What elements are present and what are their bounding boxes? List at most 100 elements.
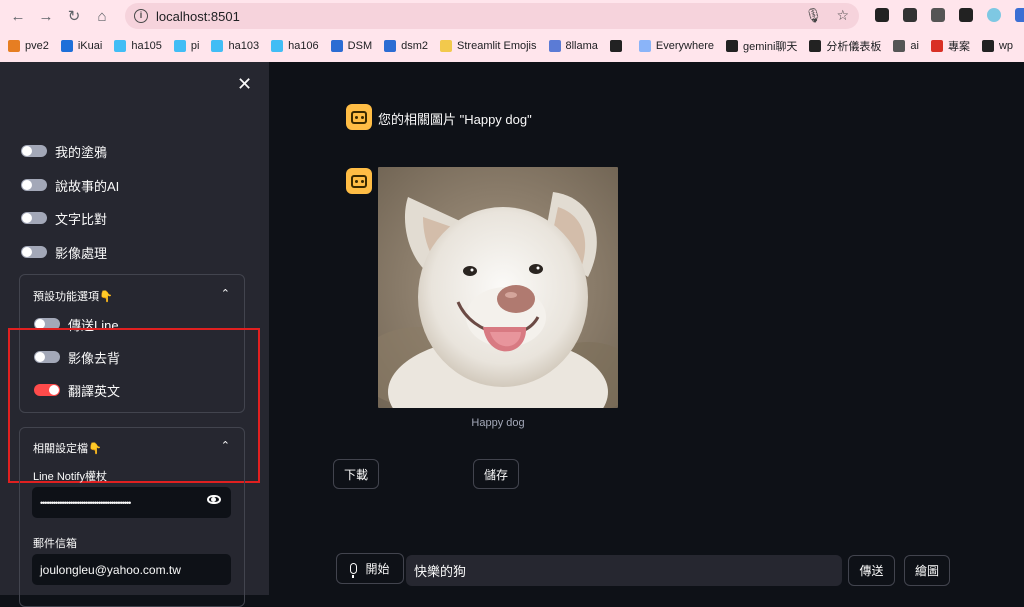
- reload-icon[interactable]: ↻: [60, 2, 88, 30]
- download-button[interactable]: 下載: [333, 459, 379, 489]
- expander-title[interactable]: 相關設定檔👇: [33, 440, 102, 456]
- bookmark-item[interactable]: ha105: [114, 40, 162, 52]
- bookmark-item[interactable]: ha103: [211, 40, 259, 52]
- forward-icon[interactable]: →: [32, 2, 60, 30]
- email-value: joulongleu@yahoo.com.tw: [40, 562, 181, 577]
- image-caption: Happy dog: [471, 417, 525, 429]
- toggle-label: 我的塗鴉: [55, 144, 108, 160]
- browser-chrome: ← → ↻ ⌂ i localhost:8501 🎙 ☆ pve2 iKuai ha…: [0, 0, 1024, 62]
- bookmark-item[interactable]: DSM: [330, 40, 373, 52]
- toggle-label: 文字比對: [55, 211, 108, 227]
- bookmark-label: dsm2: [401, 40, 429, 52]
- assistant-avatar: [346, 168, 372, 194]
- notion-extension-icon[interactable]: [875, 8, 889, 22]
- bookmark-item[interactable]: 分析儀表板: [809, 38, 881, 54]
- bookmark-label: DSM: [347, 40, 373, 52]
- draw-button[interactable]: 繪圖: [904, 555, 950, 586]
- send-extension-icon[interactable]: [903, 8, 917, 22]
- toggle-label: 說故事的AI: [55, 178, 120, 194]
- bookmark-item[interactable]: wp: [981, 40, 1014, 52]
- bookmark-favicon-icon: [440, 40, 453, 52]
- toggle-switch[interactable]: [21, 179, 47, 191]
- shield-extension-icon[interactable]: [1015, 8, 1024, 22]
- assistant-avatar: [346, 104, 372, 130]
- bookmark-item[interactable]: 專案: [930, 38, 970, 54]
- search-extension-icon[interactable]: [987, 8, 1001, 22]
- line-token-label: Line Notify權杖: [33, 471, 107, 483]
- bookmark-favicon-icon: [173, 40, 186, 52]
- start-recording-button[interactable]: 開始: [336, 553, 404, 584]
- x-extension-icon[interactable]: [959, 8, 973, 22]
- toggle-text-compare[interactable]: 文字比對: [21, 208, 107, 228]
- close-sidebar-icon[interactable]: ✕: [237, 74, 252, 95]
- bookmark-item[interactable]: pi: [173, 40, 200, 52]
- bookmark-favicon-icon: [548, 40, 561, 52]
- bookmark-favicon-icon: [725, 40, 738, 52]
- save-button[interactable]: 儲存: [473, 459, 519, 489]
- bookmark-item[interactable]: Streamlit Emojis: [440, 40, 537, 52]
- send-button[interactable]: 傳送: [848, 555, 895, 586]
- toggle-storyteller-ai[interactable]: 說故事的AI: [21, 175, 119, 195]
- back-icon[interactable]: ←: [4, 2, 32, 30]
- bookmark-item[interactable]: [609, 40, 627, 52]
- bookmark-label: pi: [190, 40, 200, 52]
- bookmark-favicon-icon: [271, 40, 284, 52]
- bookmark-item[interactable]: dsm2: [384, 40, 428, 52]
- eye-icon[interactable]: [207, 495, 221, 504]
- toggle-switch[interactable]: [21, 145, 47, 157]
- bookmark-favicon-icon: [930, 40, 943, 52]
- bookmark-favicon-icon: [8, 40, 20, 52]
- bookmark-label: 專案: [947, 41, 970, 53]
- toggle-image-processing[interactable]: 影像處理: [21, 242, 107, 262]
- bookmark-item[interactable]: Everywhere: [638, 40, 714, 52]
- bookmark-item[interactable]: pve2: [8, 40, 49, 52]
- toggle-label: 影像處理: [55, 245, 108, 261]
- bookmark-item[interactable]: ha106: [271, 40, 319, 52]
- bookmark-label: ha105: [131, 40, 162, 52]
- toggle-my-doodle[interactable]: 我的塗鴉: [21, 141, 107, 161]
- microphone-icon: [350, 563, 358, 578]
- bookmark-label: ha103: [228, 40, 260, 52]
- bookmark-label: iKuai: [77, 40, 103, 52]
- bookmark-label: ai: [910, 40, 919, 52]
- start-label: 開始: [365, 562, 390, 576]
- bookmark-favicon-icon: [809, 40, 822, 52]
- toggle-switch[interactable]: [21, 246, 47, 258]
- bookmark-favicon-icon: [330, 40, 343, 52]
- bookmark-item[interactable]: iKuai: [60, 40, 103, 52]
- bookmark-favicon-icon: [114, 40, 127, 52]
- bookmark-label: wp: [998, 40, 1014, 52]
- bookmark-favicon-icon: [211, 40, 224, 52]
- bookmark-item[interactable]: gemini聊天: [725, 38, 798, 54]
- expander-title[interactable]: 預設功能選項👇: [33, 288, 113, 304]
- extension-icon[interactable]: [931, 8, 945, 22]
- bookmark-item[interactable]: ai: [893, 40, 919, 52]
- microphone-icon[interactable]: 🎙: [805, 7, 823, 24]
- bookmark-favicon-icon: [893, 40, 906, 52]
- prompt-input[interactable]: 快樂的狗: [406, 555, 842, 586]
- bookmark-label: Streamlit Emojis: [457, 40, 537, 52]
- bookmark-favicon-icon: [981, 40, 994, 52]
- chevron-up-icon[interactable]: ⌃: [221, 287, 230, 300]
- url-text: localhost:8501: [156, 8, 240, 24]
- bookmark-label: Everywhere: [655, 40, 714, 52]
- email-label: 郵件信箱: [33, 538, 77, 550]
- home-icon[interactable]: ⌂: [88, 2, 116, 30]
- bookmark-favicon-icon: [384, 40, 397, 52]
- bookmark-favicon-icon: [609, 40, 622, 52]
- site-info-icon[interactable]: i: [134, 9, 148, 23]
- line-token-field[interactable]: ••••••••••••••••••••••••••••••••••••••••…: [32, 487, 231, 518]
- assistant-message: 您的相關圖片 "Happy dog": [378, 112, 532, 127]
- bookmark-label: pve2: [25, 40, 49, 52]
- robot-icon: [351, 110, 367, 124]
- toggle-switch[interactable]: [21, 212, 47, 224]
- bookmark-label: gemini聊天: [742, 41, 798, 53]
- dog-illustration: [378, 167, 618, 408]
- sidebar: ✕ 我的塗鴉 說故事的AI 文字比對 影像處理 預設功能選項👇 ⌃ 傳送Line…: [0, 62, 269, 607]
- bookmark-item[interactable]: 8llama: [548, 40, 598, 52]
- email-field[interactable]: joulongleu@yahoo.com.tw: [32, 554, 231, 585]
- chevron-up-icon[interactable]: ⌃: [221, 439, 230, 452]
- bookmark-label: 8llama: [565, 40, 598, 52]
- address-bar[interactable]: i localhost:8501 🎙 ☆: [125, 3, 859, 29]
- bookmark-star-icon[interactable]: ☆: [836, 7, 849, 24]
